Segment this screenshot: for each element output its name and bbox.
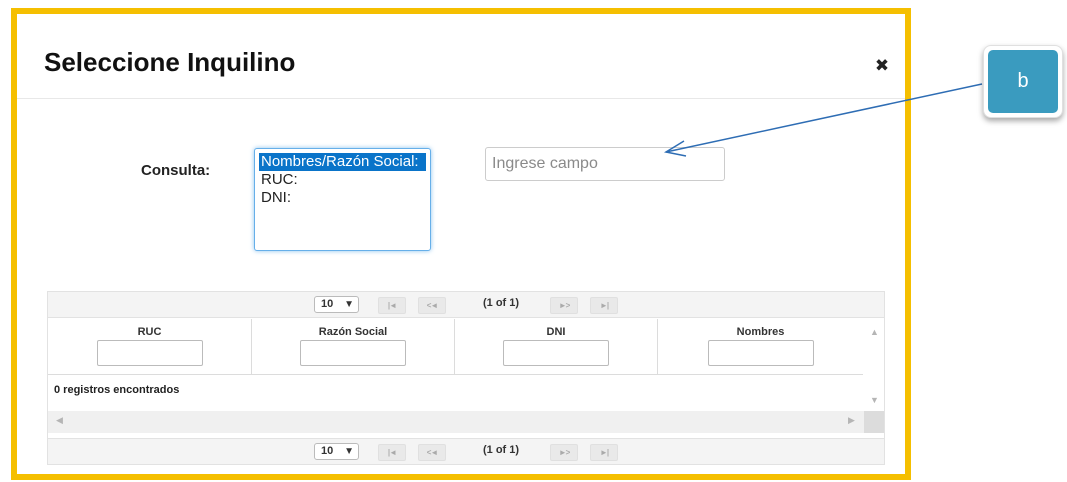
rows-per-page-value: 10	[321, 445, 334, 457]
column-dni: DNI	[455, 319, 658, 375]
listbox-option-nombres[interactable]: Nombres/Razón Social:	[259, 153, 426, 171]
chevron-down-icon: ▼	[344, 299, 354, 310]
filter-nombres-input[interactable]	[708, 340, 814, 366]
dialog-title: Seleccione Inquilino	[44, 47, 296, 77]
paginator-top: 10 ▼ |◄ <◄ (1 of 1) ►> ►|	[48, 292, 884, 318]
prev-page-button[interactable]: <◄	[418, 297, 446, 314]
annotation-callout: b	[983, 45, 1063, 118]
column-ruc: RUC	[48, 319, 252, 375]
rows-per-page-select[interactable]: 10 ▼	[314, 443, 359, 460]
listbox-option-ruc[interactable]: RUC:	[259, 171, 426, 189]
filter-ruc-input[interactable]	[97, 340, 203, 366]
consulta-listbox[interactable]: Nombres/Razón Social: RUC: DNI:	[254, 148, 431, 251]
first-page-button[interactable]: |◄	[378, 444, 406, 461]
column-razon-social: Razón Social	[252, 319, 455, 375]
records-count: 0 registros encontrados	[54, 384, 180, 396]
paginator-bottom: 10 ▼ |◄ <◄ (1 of 1) ►> ►|	[48, 438, 884, 464]
search-input[interactable]	[485, 147, 725, 181]
filter-dni-input[interactable]	[503, 340, 609, 366]
page-status: (1 of 1)	[483, 297, 520, 309]
rows-per-page-value: 10	[321, 298, 334, 310]
column-nombres: Nombres	[658, 319, 863, 375]
scroll-right-icon[interactable]: ▶	[848, 415, 855, 426]
vertical-scrollbar[interactable]: ▲ ▼	[864, 319, 884, 411]
callout-label: b	[988, 50, 1058, 113]
last-page-button[interactable]: ►|	[590, 297, 618, 314]
scrollbar-corner	[864, 411, 884, 433]
column-header-label: Razón Social	[318, 326, 388, 338]
listbox-option-dni[interactable]: DNI:	[259, 189, 426, 207]
scroll-down-icon[interactable]: ▼	[870, 395, 879, 405]
close-icon[interactable]: ✖	[872, 56, 892, 76]
horizontal-scrollbar[interactable]: ◀ ▶	[48, 411, 864, 433]
scroll-up-icon[interactable]: ▲	[870, 327, 879, 337]
last-page-button[interactable]: ►|	[590, 444, 618, 461]
column-header-label: RUC	[137, 326, 162, 338]
filter-razon-social-input[interactable]	[300, 340, 406, 366]
title-divider	[17, 98, 905, 99]
column-header-label: Nombres	[736, 326, 785, 338]
results-table: 10 ▼ |◄ <◄ (1 of 1) ►> ►| RUC Razón Soci…	[47, 291, 885, 465]
table-header: RUC Razón Social DNI Nombres	[48, 319, 863, 375]
rows-per-page-select[interactable]: 10 ▼	[314, 296, 359, 313]
dialog-frame: Seleccione Inquilino ✖ Consulta: Nombres…	[11, 8, 911, 480]
page-status: (1 of 1)	[483, 444, 520, 456]
prev-page-button[interactable]: <◄	[418, 444, 446, 461]
next-page-button[interactable]: ►>	[550, 297, 578, 314]
consulta-label: Consulta:	[141, 162, 211, 179]
next-page-button[interactable]: ►>	[550, 444, 578, 461]
first-page-button[interactable]: |◄	[378, 297, 406, 314]
column-header-label: DNI	[546, 326, 566, 338]
chevron-down-icon: ▼	[344, 446, 354, 457]
scroll-left-icon[interactable]: ◀	[56, 415, 63, 426]
